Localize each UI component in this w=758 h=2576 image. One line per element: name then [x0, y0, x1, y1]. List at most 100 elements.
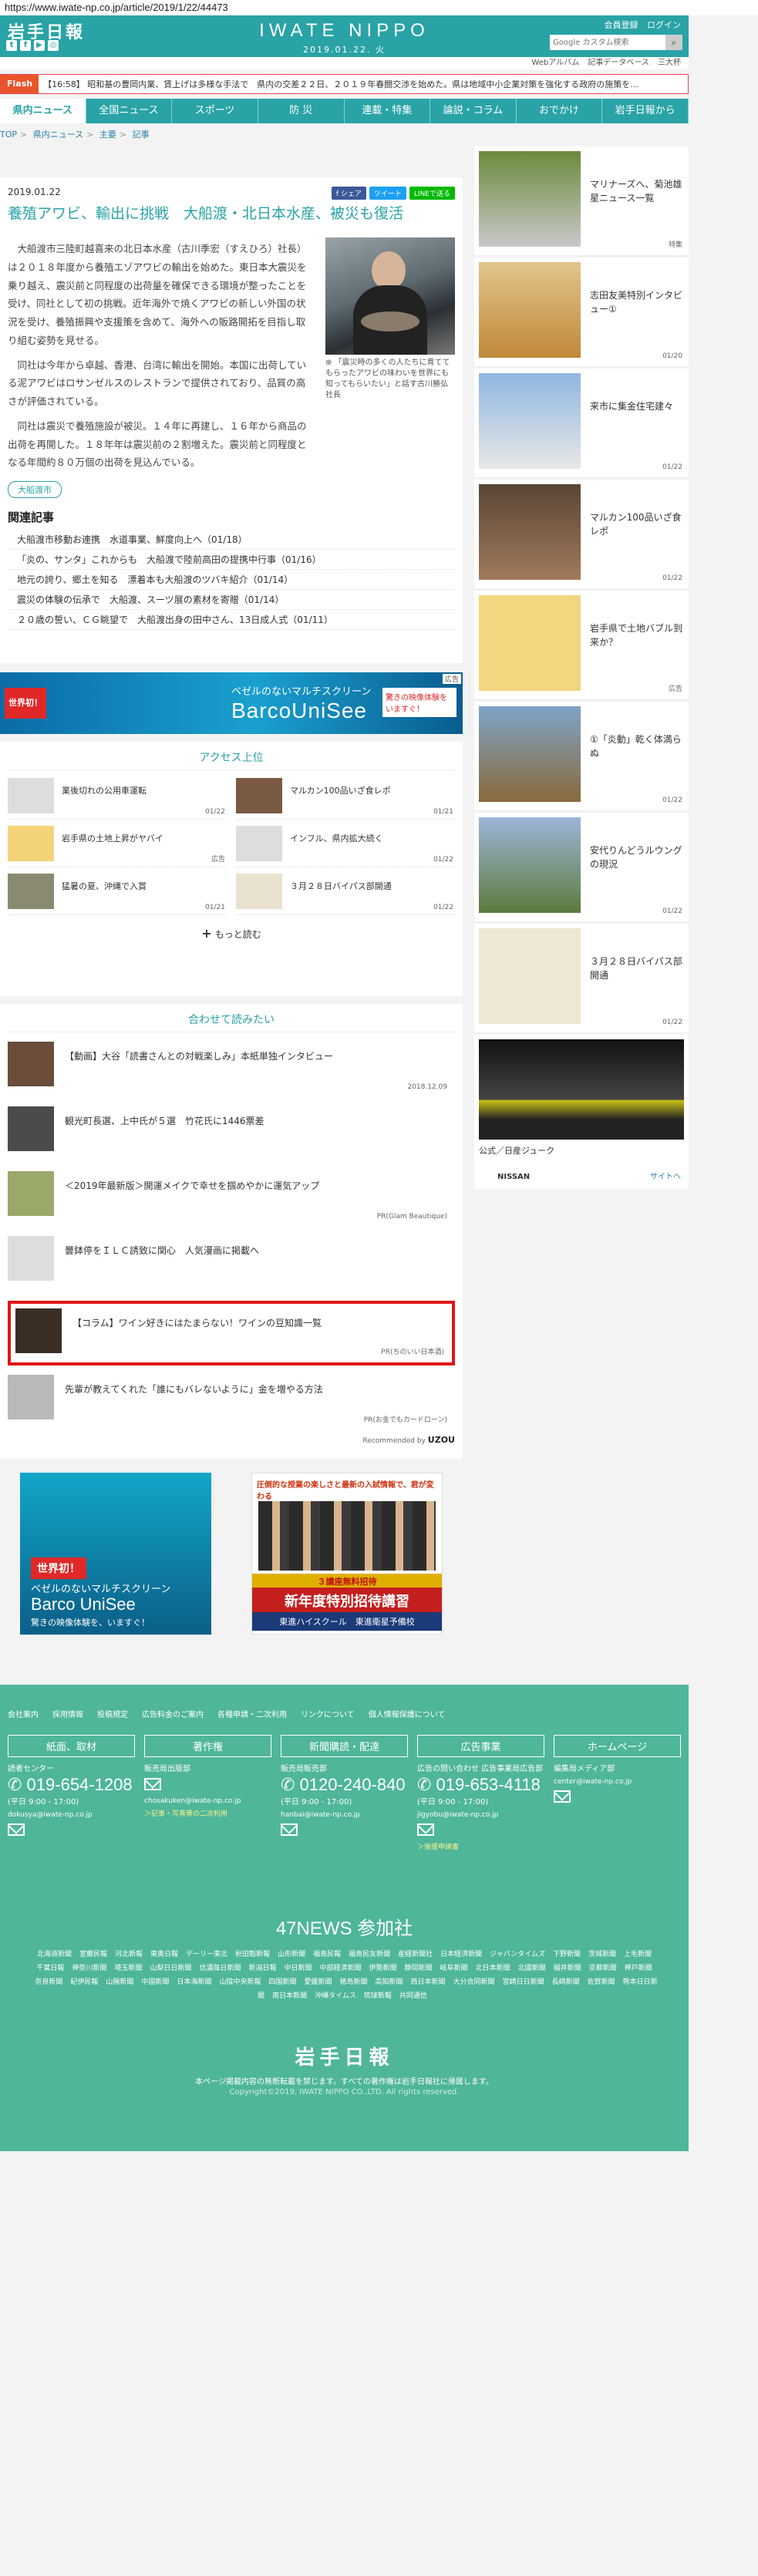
news47-paper-link[interactable]: 琉球新報 — [364, 1992, 392, 2000]
news47-paper-link[interactable]: 山陽新聞 — [106, 1978, 133, 1986]
recommend-item-highlighted[interactable]: 【コラム】ワイン好きにはたまらない！ワインの豆知識一覧 PR(ちのいい日本酒) — [8, 1301, 455, 1365]
footer-link[interactable]: 広告料金のご案内 — [142, 1708, 204, 1719]
footer-link[interactable]: 採用情報 — [52, 1708, 83, 1719]
news47-paper-link[interactable]: 静岡新聞 — [405, 1965, 433, 1972]
register-link[interactable]: 会員登録 — [605, 20, 638, 30]
news47-paper-link[interactable]: 信濃毎日新聞 — [199, 1965, 241, 1972]
sidebar-item[interactable]: 来市に集金住宅建々 01/22 — [474, 369, 689, 478]
breadcrumb-prefecture[interactable]: 県内ニュース — [33, 130, 83, 140]
barco-banner-ad[interactable]: 世界初！ ベゼルのないマルチスクリーン BarcoUniSee 驚きの映像体験を… — [0, 672, 463, 734]
mail-icon[interactable] — [8, 1823, 25, 1836]
news47-paper-link[interactable]: 福島民報 — [313, 1951, 341, 1958]
related-item[interactable]: 震災の体験の伝承で 大船渡、スーツ展の素材を寄贈（01/14） — [8, 590, 455, 610]
news47-paper-link[interactable]: 長崎新聞 — [552, 1978, 580, 1986]
sandaihai-link[interactable]: 三大杯 — [658, 59, 681, 67]
news47-paper-link[interactable]: 奈良新聞 — [35, 1978, 62, 1986]
mail-icon[interactable] — [144, 1778, 161, 1790]
footer-link[interactable]: 各種申請・二次利用 — [217, 1708, 287, 1719]
news47-paper-link[interactable]: 共同通信 — [399, 1992, 427, 2000]
news47-paper-link[interactable]: 北國新聞 — [518, 1965, 546, 1972]
address-bar[interactable]: https://www.iwate-np.co.jp/article/2019/… — [0, 0, 758, 15]
footer-link[interactable]: 個人情報保護について — [369, 1708, 446, 1719]
news47-paper-link[interactable]: 神奈川新聞 — [72, 1965, 106, 1972]
column-heading[interactable]: 著作権 — [144, 1735, 271, 1757]
article-photo[interactable]: ⊕ 「震災時の多くの人たちに育ててもらったアワビの味わいを世界にも知ってもらいた… — [325, 237, 455, 401]
email[interactable]: center@iwate-np.co.jp — [554, 1778, 681, 1786]
news47-paper-link[interactable]: 京都新聞 — [589, 1965, 617, 1972]
phone-number[interactable]: ✆ 019-654-1208 — [8, 1775, 135, 1795]
recommend-item[interactable]: 【動画】大谷「読書さんとの対戦楽しみ」本紙単独インタビュー 2018.12.09 — [8, 1042, 455, 1097]
sidebar-item[interactable]: 安代りんどうルウングの現況 01/22 — [474, 813, 689, 922]
ad-cta[interactable]: 驚きの映像体験をいますぐ！ — [382, 688, 456, 717]
visit-site-link[interactable]: サイトへ — [650, 1170, 681, 1181]
nav-prefecture-news[interactable]: 県内ニュース — [0, 99, 86, 123]
news47-paper-link[interactable]: 中部経済新聞 — [319, 1965, 361, 1972]
news47-paper-link[interactable]: 千葉日報 — [36, 1965, 64, 1972]
news47-paper-link[interactable]: 四国新聞 — [268, 1978, 296, 1986]
news47-paper-link[interactable]: 福島民友新聞 — [349, 1951, 390, 1958]
magnifier-icon[interactable]: ⌕ — [665, 35, 682, 50]
news47-paper-link[interactable]: 上毛新聞 — [624, 1951, 652, 1958]
news47-paper-link[interactable]: 沖縄タイムス — [315, 1992, 356, 2000]
news47-paper-link[interactable]: 南日本新聞 — [272, 1992, 307, 2000]
tag-ofunato[interactable]: 大船渡市 — [8, 481, 62, 498]
news47-paper-link[interactable]: 秋田魁新報 — [235, 1951, 270, 1958]
footer-link[interactable]: 会社案内 — [8, 1708, 39, 1719]
email[interactable]: jigyobu@iwate-np.co.jp — [417, 1811, 544, 1819]
ranking-item[interactable]: インフル、県内拡大続く 01/22 — [236, 826, 455, 867]
news47-paper-link[interactable]: 北海道新聞 — [37, 1951, 72, 1958]
news47-paper-link[interactable]: 新潟日報 — [248, 1965, 276, 1972]
news47-paper-link[interactable]: ジャパンタイムズ — [490, 1951, 545, 1958]
news47-paper-link[interactable]: 中日新聞 — [284, 1965, 312, 1972]
nav-features[interactable]: 連載・特集 — [345, 99, 431, 123]
related-item[interactable]: 大船渡市移動お連携 水道事業、鮮度向上へ（01/18） — [8, 530, 455, 550]
phone-number[interactable]: ✆ 0120-240-840 — [281, 1775, 408, 1795]
ranking-item[interactable]: 猛暑の夏、沖縄で入賞 01/21 — [8, 874, 227, 915]
nav-national-news[interactable]: 全国ニュース — [86, 99, 173, 123]
toshin-ad[interactable]: 圧倒的な授業の楽しさと最新の入試情報で、君が変わる ３講座無料招待 新年度特別招… — [251, 1473, 443, 1635]
news47-paper-link[interactable]: 埼玉新聞 — [114, 1965, 142, 1972]
column-note[interactable]: ＞後援申請書 — [417, 1841, 544, 1851]
column-note[interactable]: ＞記事・写真等の二次利用 — [144, 1808, 271, 1818]
barco-square-ad[interactable]: 世界初！ ベゼルのないマルチスクリーン Barco UniSee 驚きの映像体験… — [20, 1473, 211, 1635]
news47-paper-link[interactable]: 福井新聞 — [554, 1965, 581, 1972]
president-with-abalone-photo[interactable] — [325, 237, 455, 355]
nissan-ad[interactable]: 公式／日産ジューク NISSAN サイトへ — [474, 1035, 689, 1189]
ranking-item[interactable]: 業後切れの公用車運転 01/22 — [8, 778, 227, 820]
news47-paper-link[interactable]: 愛媛新聞 — [304, 1978, 332, 1986]
mail-icon[interactable] — [554, 1790, 571, 1803]
news47-paper-link[interactable]: 伊勢新聞 — [369, 1965, 397, 1972]
sidebar-item[interactable]: マリナーズへ、菊池雄星ニュース一覧 特集 — [474, 146, 689, 256]
facebook-share-button[interactable]: f シェア — [331, 187, 366, 200]
flash-news[interactable]: Flash 【16:58】 昭和基の豊岡内業、賃上げは多様な手法で 県内の交差２… — [0, 74, 689, 94]
news47-paper-link[interactable]: 室蘭民報 — [79, 1951, 107, 1958]
footer-logo[interactable]: 岩手日報 — [0, 2042, 689, 2070]
news47-paper-link[interactable]: 河北新報 — [115, 1951, 143, 1958]
recommend-item[interactable]: ＜2019年最新版＞開運メイクで幸せを掴めやかに運気アップ PR(Glam Bea… — [8, 1171, 455, 1227]
search-input[interactable] — [550, 35, 665, 50]
ranking-item[interactable]: ３月２８日バイパス部開通 01/22 — [236, 874, 455, 915]
news47-paper-link[interactable]: 産経新聞社 — [398, 1951, 433, 1958]
ranking-item[interactable]: マルカン100品いざ食レポ 01/21 — [236, 778, 455, 820]
news47-paper-link[interactable]: 岐阜新聞 — [440, 1965, 468, 1972]
nav-from-nippo[interactable]: 岩手日報から — [602, 99, 689, 123]
news47-paper-link[interactable]: 紀伊民報 — [70, 1978, 98, 1986]
news47-paper-link[interactable]: 山梨日日新聞 — [150, 1965, 191, 1972]
more-button[interactable]: + もっと読む — [8, 926, 455, 941]
news47-paper-link[interactable]: 北日本新聞 — [476, 1965, 510, 1972]
news47-paper-link[interactable]: 下野新聞 — [553, 1951, 581, 1958]
breadcrumb-top[interactable]: TOP — [0, 130, 17, 140]
sidebar-item[interactable]: ３月２８日バイパス部開通 01/22 — [474, 924, 689, 1033]
recommend-item[interactable]: 観光町長選、上中氏が５選 竹花氏に1446票差 — [8, 1106, 455, 1162]
sidebar-item[interactable]: マルカン100品いざ食レポ 01/22 — [474, 480, 689, 589]
recommend-item[interactable]: 曇鉢停をＩＬＣ誘致に関心 人気漫画に掲載へ — [8, 1236, 455, 1291]
news47-paper-link[interactable]: 西日本新聞 — [411, 1978, 446, 1986]
news47-paper-link[interactable]: 東奥日報 — [150, 1951, 178, 1958]
related-item[interactable]: 地元の誇り、郷土を知る 漂着本も大船渡のツバキ紹介（01/14） — [8, 570, 455, 590]
news47-paper-link[interactable]: 日本海新聞 — [177, 1978, 211, 1986]
news47-paper-link[interactable]: 山陰中央新報 — [219, 1978, 261, 1986]
sidebar-item[interactable]: ①「炎動」乾く体満らぬ 01/22 — [474, 702, 689, 811]
mail-icon[interactable] — [417, 1823, 434, 1836]
ranking-item[interactable]: 岩手県の土地上昇がヤバイ 広告 — [8, 826, 227, 867]
column-heading[interactable]: 新聞購読・配達 — [281, 1735, 408, 1757]
